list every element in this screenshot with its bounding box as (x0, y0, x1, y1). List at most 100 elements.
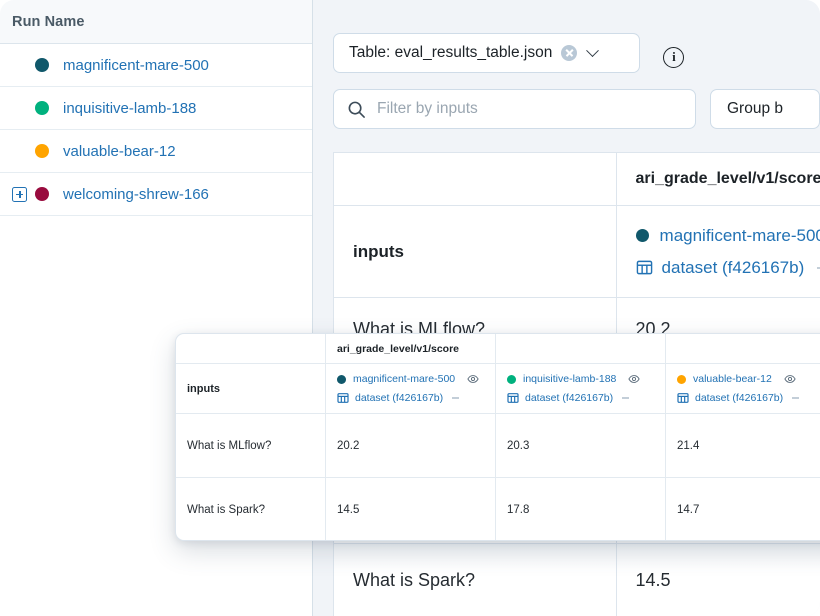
table-icon (337, 392, 349, 404)
dataset-reference[interactable]: dataset (f426167b) (677, 392, 820, 404)
table-row-spark: What is Spark? 14.5 (333, 543, 820, 616)
collapse-dash-icon (792, 397, 799, 399)
filter-row: Filter by inputs Group b (333, 89, 820, 129)
run-name-link[interactable]: magnificent-mare-500 (660, 226, 820, 246)
score-value: 17.8 (507, 504, 665, 516)
question-text: What is MLflow? (187, 440, 325, 452)
clear-circle-icon[interactable] (561, 45, 577, 61)
table-icon (507, 392, 519, 404)
run-color-dot (35, 101, 49, 115)
group-by-button[interactable]: Group b (710, 89, 820, 129)
eye-icon[interactable] (628, 373, 640, 385)
question-cell: What is MLflow? (176, 414, 326, 478)
eye-icon[interactable] (467, 373, 479, 385)
table-select-label: Table: eval_results_table.json (349, 44, 552, 62)
question-text: What is Spark? (353, 570, 616, 591)
plus-box-icon[interactable] (12, 187, 27, 202)
dataset-reference[interactable]: dataset (f426167b) (507, 392, 665, 404)
search-input-placeholder: Filter by inputs (377, 100, 478, 118)
table-select-dropdown[interactable]: Table: eval_results_table.json (333, 33, 640, 73)
run-color-dot (35, 58, 49, 72)
search-icon (347, 100, 366, 119)
run-row[interactable]: magnificent-mare-500 (0, 44, 312, 87)
table-icon (677, 392, 689, 404)
run-name-column-header: Run Name (12, 14, 85, 30)
run-reference[interactable]: valuable-bear-12 (677, 373, 820, 385)
score-value: 14.5 (337, 504, 495, 516)
run-color-dot (507, 375, 516, 384)
run-color-dot (636, 229, 649, 242)
dataset-link[interactable]: dataset (f426167b) (662, 258, 805, 278)
inputs-label-cell: inputs (334, 206, 617, 298)
overlay-header-blank (496, 334, 666, 364)
run-reference[interactable]: magnificent-mare-500 (337, 373, 495, 385)
group-by-label: Group b (727, 100, 783, 118)
overlay-header-blank (176, 334, 326, 364)
dataset-reference[interactable]: dataset (f426167b) (636, 258, 820, 278)
dataset-link[interactable]: dataset (f426167b) (355, 392, 443, 404)
metric-column-header: ari_grade_level/v1/score (337, 343, 495, 355)
run-name-link[interactable]: valuable-bear-12 (693, 373, 772, 385)
metric-column-header: ari_grade_level/v1/score (636, 170, 820, 188)
run-name-link[interactable]: magnificent-mare-500 (63, 57, 209, 74)
collapse-dash-icon (622, 397, 629, 399)
run-color-dot (35, 144, 49, 158)
dataset-link[interactable]: dataset (f426167b) (695, 392, 783, 404)
score-cell: 20.3 (496, 414, 666, 478)
overlay-header-row: ari_grade_level/v1/score (176, 334, 820, 364)
score-cell: 14.7 (666, 478, 820, 541)
run-reference[interactable]: magnificent-mare-500 (636, 226, 820, 246)
table-header-cell-metric: ari_grade_level/v1/score (617, 153, 820, 206)
score-value: 14.5 (636, 570, 820, 591)
score-value: 14.7 (677, 504, 820, 516)
run-name-link[interactable]: inquisitive-lamb-188 (63, 100, 196, 117)
run-row[interactable]: valuable-bear-12 (0, 130, 312, 173)
info-icon[interactable]: i (663, 47, 684, 68)
overlay-table-row: What is MLflow? 20.2 20.3 21.4 (176, 414, 820, 478)
overlay-table-row: What is Spark? 14.5 17.8 14.7 (176, 478, 820, 541)
question-cell: What is Spark? (176, 478, 326, 541)
inputs-label: inputs (187, 383, 325, 395)
run-color-dot (35, 187, 49, 201)
overlay-header-blank (666, 334, 820, 364)
toolbar: Table: eval_results_table.json i Filter … (313, 0, 820, 129)
info-glyph: i (672, 49, 676, 65)
eye-icon[interactable] (784, 373, 796, 385)
score-cell: 21.4 (666, 414, 820, 478)
app-root: Run Name magnificent-mare-500 inquisitiv… (0, 0, 820, 616)
run-row[interactable]: welcoming-shrew-166 (0, 173, 312, 216)
run-color-dot (677, 375, 686, 384)
collapse-dash-icon (452, 397, 459, 399)
dataset-reference[interactable]: dataset (f426167b) (337, 392, 495, 404)
inputs-run-cell: magnificent-mare-500 dataset (f426167b) (617, 206, 820, 298)
inputs-label: inputs (353, 242, 616, 262)
search-input[interactable]: Filter by inputs (333, 89, 696, 129)
score-cell: 20.2 (326, 414, 496, 478)
table-icon (636, 259, 653, 276)
dataset-link[interactable]: dataset (f426167b) (525, 392, 613, 404)
table-header-cell-blank (334, 153, 617, 206)
inputs-label-cell: inputs (176, 364, 326, 414)
question-cell: What is Spark? (334, 544, 617, 616)
inputs-run-cell: magnificent-mare-500 dataset (f426167b) (326, 364, 496, 414)
run-name-link[interactable]: inquisitive-lamb-188 (523, 373, 616, 385)
runs-table-header: Run Name (0, 0, 312, 44)
table-header-row: ari_grade_level/v1/score (334, 153, 820, 206)
overlay-header-metric: ari_grade_level/v1/score (326, 334, 496, 364)
score-value: 21.4 (677, 440, 820, 452)
question-text: What is Spark? (187, 504, 325, 516)
run-name-link[interactable]: valuable-bear-12 (63, 143, 176, 160)
run-row[interactable]: inquisitive-lamb-188 (0, 87, 312, 130)
score-cell: 17.8 (496, 478, 666, 541)
chevron-down-icon[interactable] (586, 44, 599, 57)
comparison-overlay-panel: ari_grade_level/v1/score inputs magnific… (175, 333, 820, 541)
run-reference[interactable]: inquisitive-lamb-188 (507, 373, 665, 385)
table-row-inputs: inputs magnificent-mare-500 (334, 206, 820, 298)
run-color-dot (337, 375, 346, 384)
score-value: 20.2 (337, 440, 495, 452)
score-cell: 14.5 (326, 478, 496, 541)
run-name-link[interactable]: magnificent-mare-500 (353, 373, 455, 385)
run-name-link[interactable]: welcoming-shrew-166 (63, 186, 209, 203)
score-value: 20.3 (507, 440, 665, 452)
inputs-run-cell: inquisitive-lamb-188 dataset (f426167b) (496, 364, 666, 414)
